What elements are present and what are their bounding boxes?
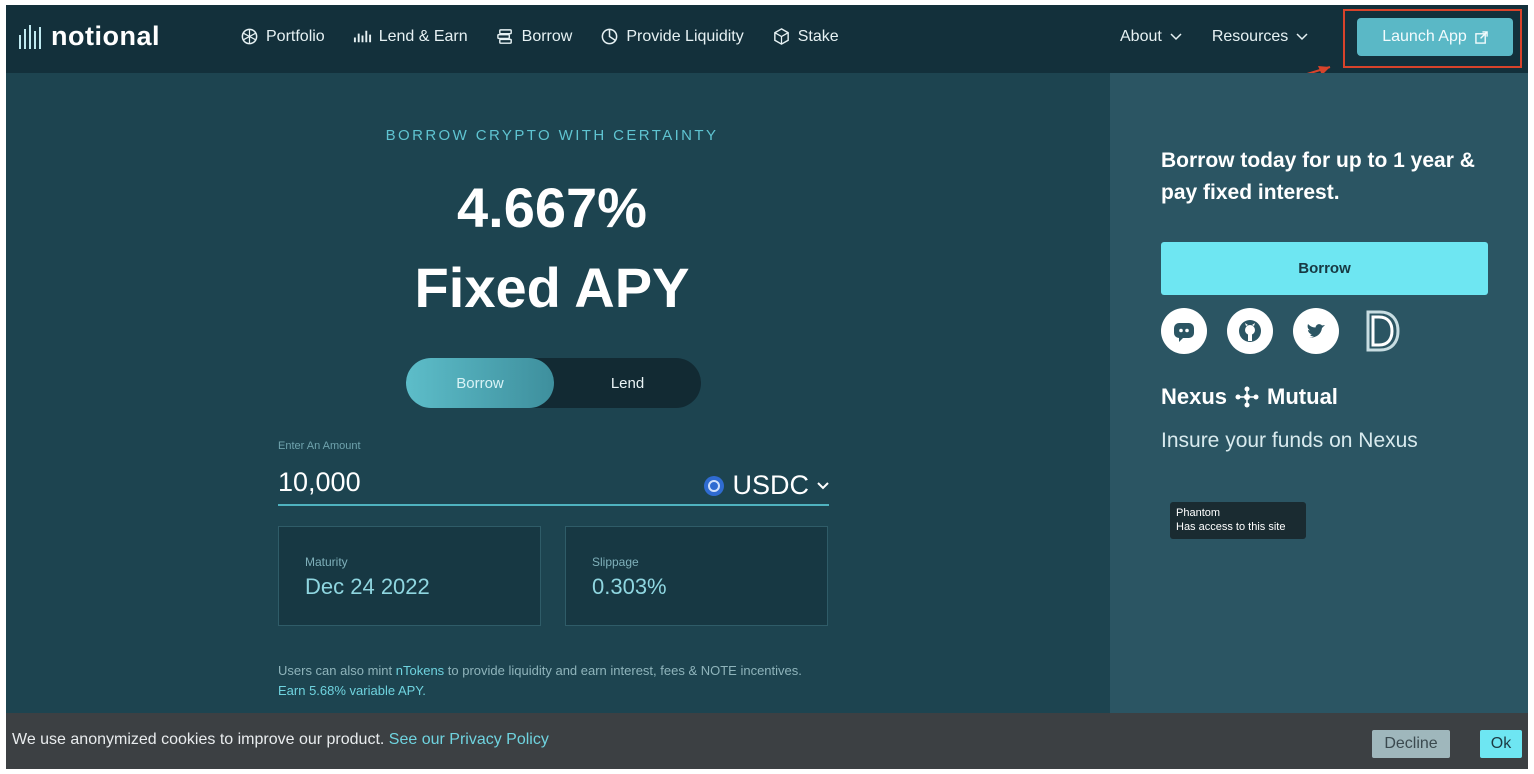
chevron-down-icon — [1170, 33, 1182, 41]
nav-lend-earn[interactable]: Lend & Earn — [353, 27, 468, 46]
logo[interactable]: notional — [19, 21, 160, 52]
usdc-icon — [704, 475, 725, 496]
chevron-down-icon — [817, 481, 829, 489]
resources-dropdown[interactable]: Resources — [1212, 28, 1308, 46]
logo-text: notional — [51, 21, 160, 51]
slippage-box[interactable]: Slippage 0.303% — [565, 526, 828, 626]
nav-borrow-label: Borrow — [521, 27, 573, 45]
amount-input[interactable] — [278, 462, 658, 502]
tooltip-line-2: Has access to this site — [1176, 521, 1286, 533]
nav-stake[interactable]: Stake — [772, 27, 839, 46]
cookie-text: We use anonymized cookies to improve our… — [12, 731, 549, 749]
nav-borrow[interactable]: Borrow — [496, 27, 573, 46]
currency-select[interactable]: USDC — [704, 470, 829, 501]
d-logo-icon — [1366, 310, 1400, 352]
amount-label: Enter An Amount — [278, 440, 361, 452]
nav-provide-liquidity-label: Provide Liquidity — [626, 27, 744, 45]
note-text-2: to provide liquidity and earn interest, … — [444, 663, 802, 678]
borrow-icon — [496, 29, 512, 44]
ntokens-link[interactable]: nTokens — [396, 663, 444, 678]
privacy-policy-link[interactable]: See our Privacy Policy — [389, 731, 549, 748]
currency-label: USDC — [732, 470, 809, 500]
maturity-label: Maturity — [305, 555, 348, 569]
github-icon — [1239, 320, 1261, 342]
mutual-word: Mutual — [1267, 384, 1338, 409]
nav-portfolio[interactable]: Portfolio — [240, 27, 325, 46]
logo-bars-icon — [19, 24, 41, 49]
cookie-decline-button[interactable]: Decline — [1372, 730, 1450, 758]
note-text-1: Users can also mint — [278, 663, 396, 678]
hero-eyebrow: BORROW CRYPTO WITH CERTAINTY — [385, 127, 719, 144]
nexus-word: Nexus — [1161, 384, 1228, 409]
defi-pulse-link[interactable] — [1359, 308, 1405, 354]
external-link-icon — [1474, 30, 1488, 44]
about-dropdown[interactable]: About — [1120, 28, 1182, 46]
nav-right: About Resources — [1120, 28, 1308, 46]
nav-portfolio-label: Portfolio — [266, 27, 325, 45]
github-link[interactable] — [1227, 308, 1273, 354]
toggle-lend[interactable]: Lend — [554, 358, 701, 408]
chevron-down-icon — [1296, 33, 1308, 41]
side-panel: Borrow today for up to 1 year & pay fixe… — [1110, 73, 1528, 713]
slippage-label: Slippage — [592, 555, 639, 569]
cookie-message: We use anonymized cookies to improve our… — [12, 731, 389, 748]
slippage-value: 0.303% — [592, 574, 667, 599]
hero-rate: 4.667% — [457, 176, 647, 239]
nexus-mark-icon — [1235, 386, 1259, 408]
nav-links: Portfolio Lend & Earn Borrow Provide Liq… — [240, 27, 839, 46]
cookie-ok-button[interactable]: Ok — [1480, 730, 1522, 758]
social-links — [1161, 308, 1405, 354]
phantom-tooltip: Phantom Has access to this site — [1170, 502, 1306, 539]
launch-app-button[interactable]: Launch App — [1357, 18, 1513, 56]
portfolio-icon — [241, 28, 258, 45]
browser-viewport: notional Portfolio Lend & Earn Borrow Pr… — [6, 5, 1528, 769]
nexus-mutual-logo[interactable]: Nexus Mutual — [1161, 384, 1338, 410]
discord-link[interactable] — [1161, 308, 1207, 354]
panel-borrow-button[interactable]: Borrow — [1161, 242, 1488, 295]
launch-app-label: Launch App — [1382, 28, 1467, 45]
amount-row: USDC — [278, 462, 829, 506]
ntokens-note: Users can also mint nTokens to provide l… — [278, 661, 818, 701]
nexus-subtitle[interactable]: Insure your funds on Nexus — [1161, 429, 1418, 453]
lend-icon — [353, 30, 371, 43]
nav-lend-earn-label: Lend & Earn — [378, 27, 468, 45]
about-label: About — [1120, 28, 1162, 45]
maturity-value: Dec 24 2022 — [305, 574, 430, 599]
twitter-icon — [1307, 324, 1325, 338]
hero-rate-label: Fixed APY — [414, 256, 690, 319]
pie-chart-icon — [601, 28, 618, 45]
nav-stake-label: Stake — [797, 27, 839, 45]
variable-apy-link[interactable]: Earn 5.68% variable APY. — [278, 683, 426, 698]
maturity-box[interactable]: Maturity Dec 24 2022 — [278, 526, 541, 626]
tooltip-line-1: Phantom — [1176, 507, 1221, 519]
twitter-link[interactable] — [1293, 308, 1339, 354]
resources-label: Resources — [1211, 28, 1289, 45]
discord-icon — [1174, 323, 1194, 342]
nav-provide-liquidity[interactable]: Provide Liquidity — [600, 27, 744, 46]
toggle-borrow[interactable]: Borrow — [406, 358, 554, 408]
borrow-lend-toggle: Borrow Lend — [406, 358, 701, 408]
stake-icon — [773, 28, 789, 45]
cookie-banner: We use anonymized cookies to improve our… — [6, 713, 1528, 769]
panel-title: Borrow today for up to 1 year & pay fixe… — [1161, 149, 1475, 204]
